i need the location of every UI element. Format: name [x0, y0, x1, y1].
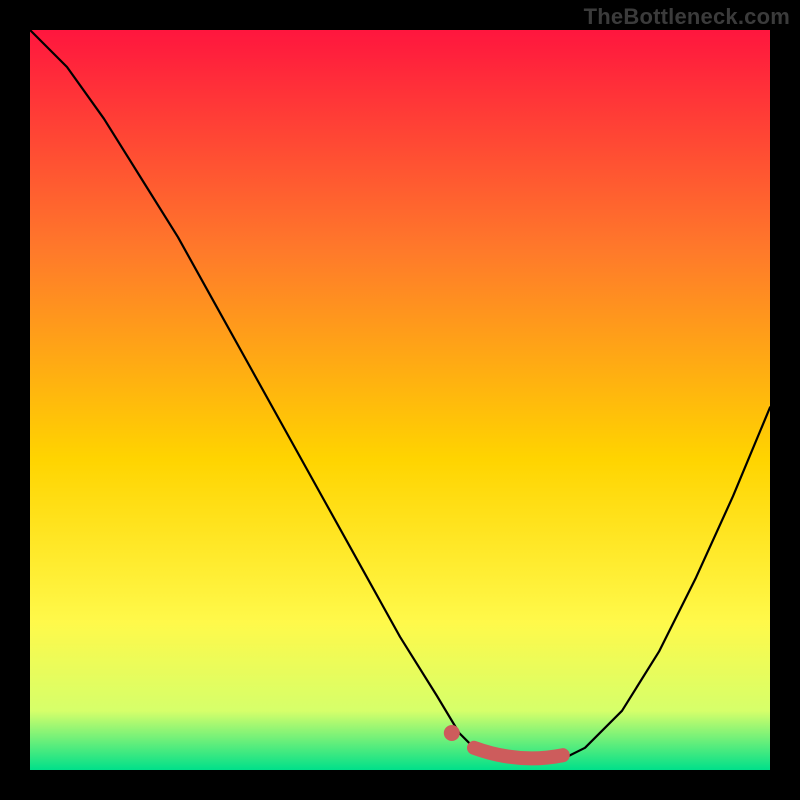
gradient-background [30, 30, 770, 770]
marker-dot [444, 725, 460, 741]
plot-svg [30, 30, 770, 770]
plot-area [30, 30, 770, 770]
chart-frame: TheBottleneck.com [0, 0, 800, 800]
watermark-text: TheBottleneck.com [584, 4, 790, 30]
